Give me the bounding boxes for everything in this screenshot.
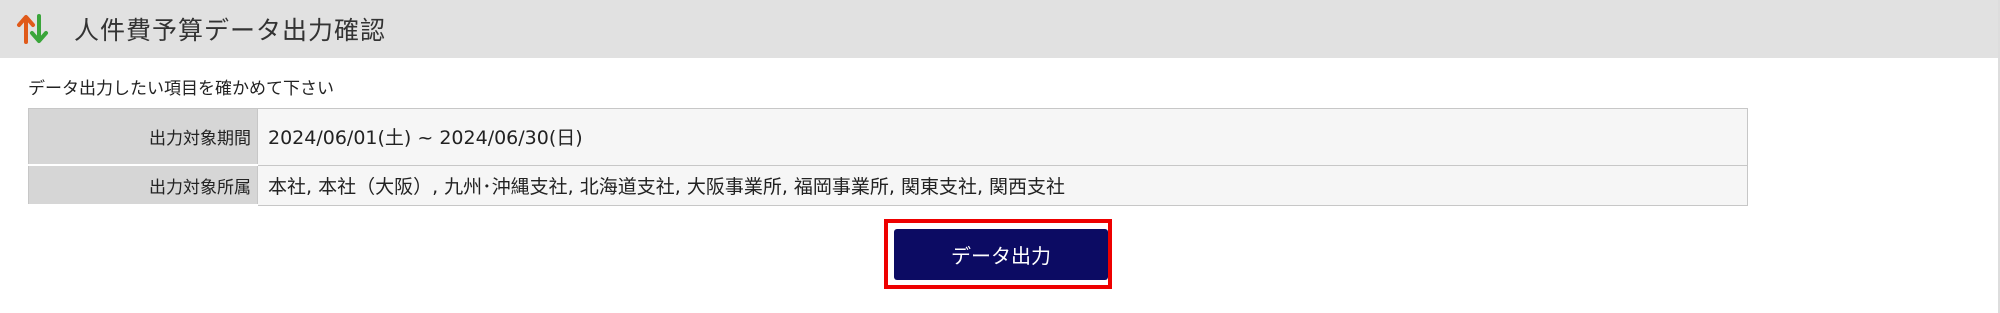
table-row-departments: 出力対象所属 本社, 本社（大阪）, 九州･沖縄支社, 北海道支社, 大阪事業所… — [28, 165, 1748, 206]
page-header: 人件費予算データ出力確認 — [0, 0, 1998, 58]
page-title: 人件費予算データ出力確認 — [74, 16, 387, 45]
confirmation-page: 人件費予算データ出力確認 データ出力したい項目を確かめて下さい 出力対象期間 2… — [0, 0, 2000, 313]
period-label: 出力対象期間 — [28, 108, 258, 166]
table-row-period: 出力対象期間 2024/06/01(土) ~ 2024/06/30(日) — [28, 108, 1748, 166]
departments-label: 出力対象所属 — [28, 165, 258, 206]
sort-arrows-icon — [16, 12, 50, 46]
departments-value: 本社, 本社（大阪）, 九州･沖縄支社, 北海道支社, 大阪事業所, 福岡事業所… — [257, 165, 1748, 206]
period-value: 2024/06/01(土) ~ 2024/06/30(日) — [257, 108, 1748, 166]
output-details-table: 出力対象期間 2024/06/01(土) ~ 2024/06/30(日) 出力対… — [28, 108, 1748, 206]
data-output-button[interactable]: データ出力 — [894, 229, 1108, 280]
instruction-text: データ出力したい項目を確かめて下さい — [28, 79, 334, 99]
